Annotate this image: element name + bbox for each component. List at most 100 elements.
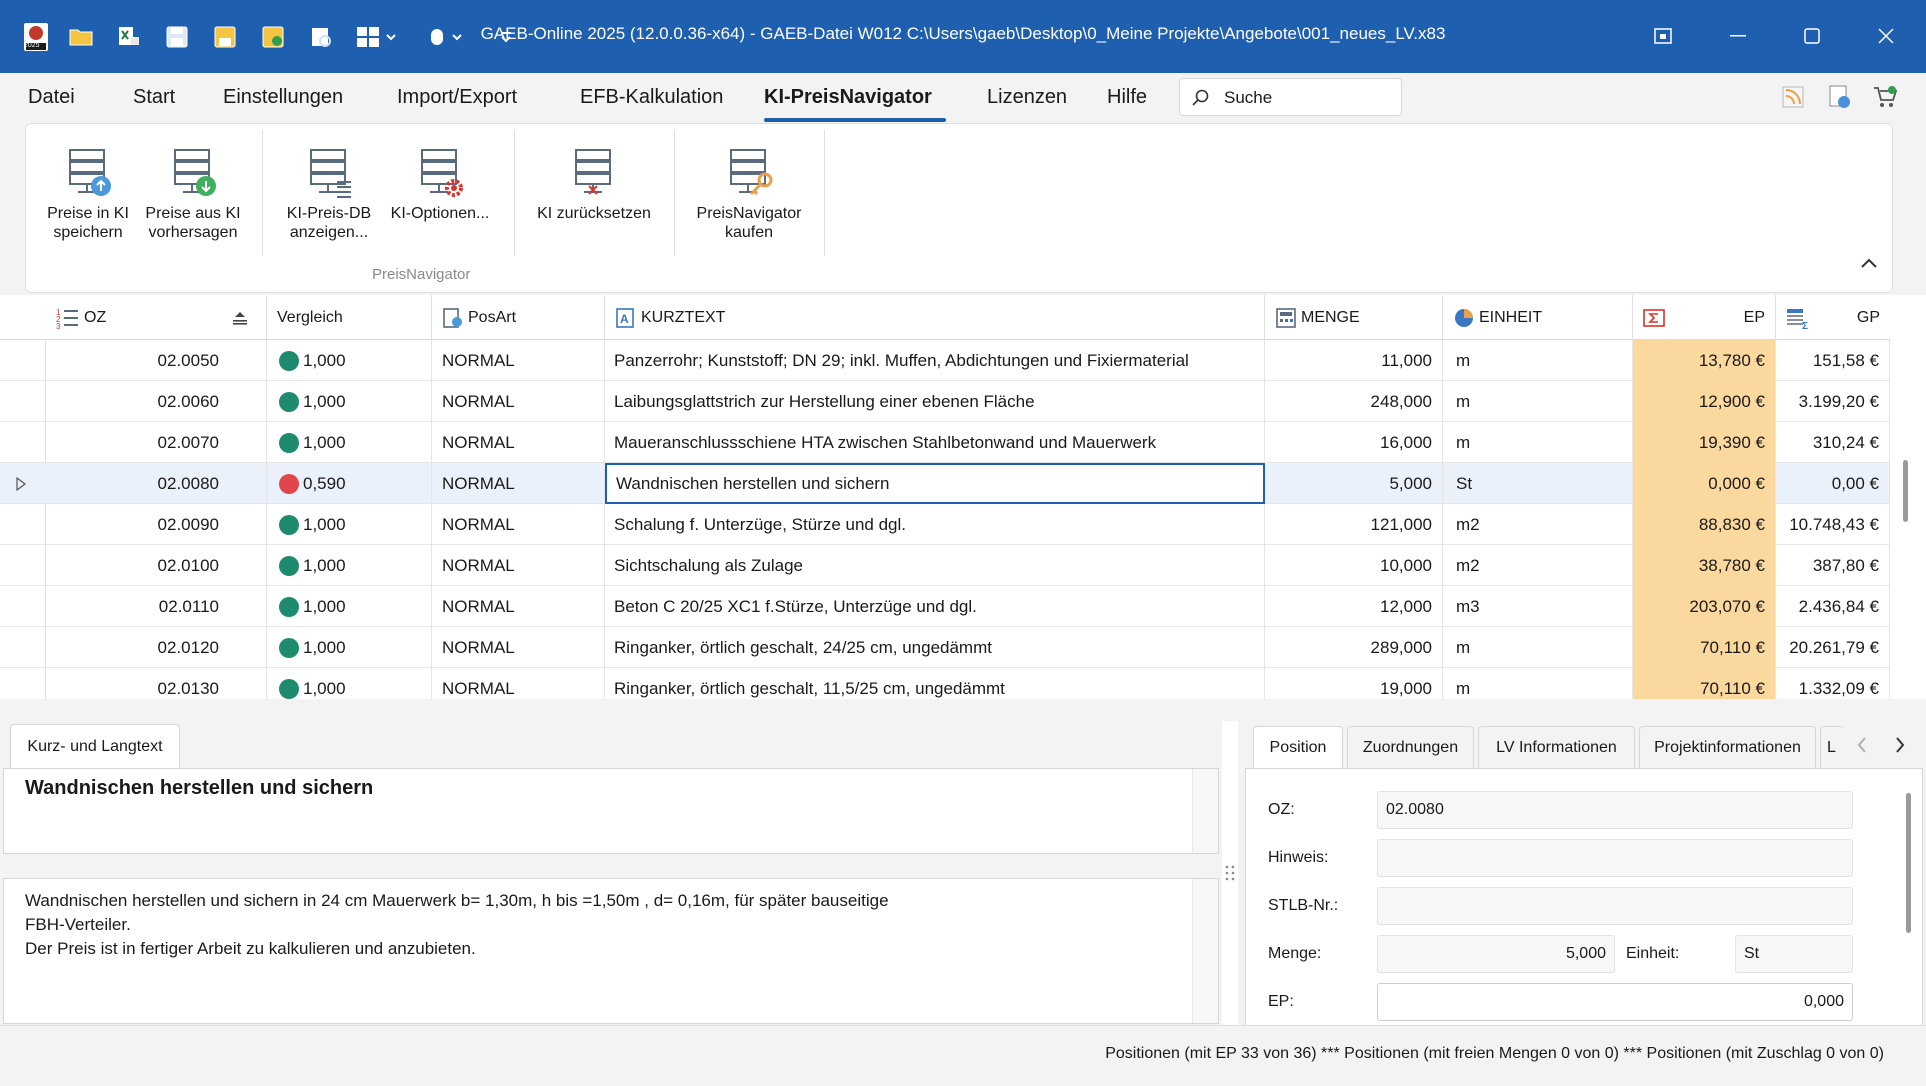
cell-posart[interactable]: NORMAL bbox=[432, 381, 605, 422]
cell-posart[interactable]: NORMAL bbox=[432, 340, 605, 381]
buy-preisnavigator-button[interactable]: PreisNavigator kaufen bbox=[690, 134, 808, 254]
long-text-scrollbar[interactable] bbox=[1192, 879, 1218, 1023]
save-prices-to-ki-button[interactable]: Preise in KI speichern bbox=[38, 134, 138, 254]
cell-einheit[interactable]: m bbox=[1443, 627, 1633, 668]
cell-gp[interactable]: 387,80 € bbox=[1776, 545, 1890, 586]
ep-field[interactable]: 0,000 bbox=[1377, 983, 1853, 1021]
short-text-editor[interactable]: Wandnischen herstellen und sichern bbox=[3, 768, 1219, 854]
cell-menge[interactable]: 121,000 bbox=[1265, 504, 1443, 545]
einheit-field[interactable]: St bbox=[1735, 935, 1853, 973]
cell-ep[interactable]: 70,110 € bbox=[1633, 627, 1776, 668]
column-header-kurztext[interactable]: A KURZTEXT bbox=[605, 295, 1265, 340]
tab-scroll-left-icon[interactable] bbox=[1856, 736, 1868, 759]
tab-kurz-und-langtext[interactable]: Kurz- und Langtext bbox=[10, 724, 180, 768]
column-header-vergleich[interactable]: Vergleich bbox=[267, 295, 432, 340]
column-header-ep[interactable]: EP bbox=[1633, 295, 1776, 340]
cell-oz[interactable]: 02.0080 bbox=[46, 463, 267, 504]
minimize-button[interactable] bbox=[1718, 18, 1758, 54]
cell-einheit[interactable]: m bbox=[1443, 381, 1633, 422]
column-header-posart[interactable]: PosArt bbox=[432, 295, 605, 340]
cell-einheit[interactable]: m bbox=[1443, 340, 1633, 381]
cell-gp[interactable]: 3.199,20 € bbox=[1776, 381, 1890, 422]
hinweis-field[interactable] bbox=[1377, 839, 1853, 877]
cell-einheit[interactable]: m bbox=[1443, 422, 1633, 463]
cell-kurztext[interactable]: Maueranschlussschiene HTA zwischen Stahl… bbox=[605, 422, 1265, 463]
oz-field[interactable]: 02.0080 bbox=[1377, 791, 1853, 829]
table-row[interactable]: 02.0100 1,000 NORMAL Sichtschalung als Zula… bbox=[0, 545, 1890, 586]
predict-prices-from-ki-button[interactable]: Preise aus KI vorhersagen bbox=[143, 134, 243, 254]
tab-position[interactable]: Position bbox=[1253, 726, 1343, 768]
menu-import-export[interactable]: Import/Export bbox=[397, 86, 517, 109]
cell-posart[interactable]: NORMAL bbox=[432, 504, 605, 545]
cell-oz[interactable]: 02.0090 bbox=[46, 504, 267, 545]
detail-panel-scrollbar[interactable] bbox=[1906, 793, 1911, 933]
stlb-field[interactable] bbox=[1377, 887, 1853, 925]
cell-menge[interactable]: 12,000 bbox=[1265, 586, 1443, 627]
cell-vergleich[interactable]: 1,000 bbox=[267, 340, 432, 381]
menu-einstellungen[interactable]: Einstellungen bbox=[223, 86, 343, 109]
ki-options-button[interactable]: KI-Optionen... bbox=[386, 134, 494, 254]
cell-kurztext[interactable]: Sichtschalung als Zulage bbox=[605, 545, 1265, 586]
cell-kurztext[interactable]: Laibungsglattstrich zur Herstellung eine… bbox=[605, 381, 1265, 422]
table-row[interactable]: 02.0120 1,000 NORMAL Ringanker, örtlich ges… bbox=[0, 627, 1890, 668]
table-row[interactable]: 02.0090 1,000 NORMAL Schalung f. Unterzüge,… bbox=[0, 504, 1890, 545]
tab-truncated[interactable]: L bbox=[1820, 726, 1844, 768]
document-update-icon[interactable] bbox=[1826, 84, 1852, 110]
cell-gp[interactable]: 0,00 € bbox=[1776, 463, 1890, 504]
cell-vergleich[interactable]: 1,000 bbox=[267, 627, 432, 668]
cell-vergleich[interactable]: 1,000 bbox=[267, 586, 432, 627]
cell-posart[interactable]: NORMAL bbox=[432, 545, 605, 586]
table-row[interactable]: 02.0080 0,590 NORMAL Wandnischen herstellen… bbox=[0, 463, 1890, 504]
cell-oz[interactable]: 02.0060 bbox=[46, 381, 267, 422]
cell-vergleich[interactable]: 1,000 bbox=[267, 422, 432, 463]
cell-ep[interactable]: 38,780 € bbox=[1633, 545, 1776, 586]
cell-einheit[interactable]: St bbox=[1443, 463, 1633, 504]
menu-hilfe[interactable]: Hilfe bbox=[1107, 86, 1147, 109]
collapse-ribbon-icon[interactable] bbox=[1860, 254, 1878, 274]
cell-oz[interactable]: 02.0110 bbox=[46, 586, 267, 627]
cell-gp[interactable]: 20.261,79 € bbox=[1776, 627, 1890, 668]
cell-ep[interactable]: 13,780 € bbox=[1633, 340, 1776, 381]
cell-menge[interactable]: 10,000 bbox=[1265, 545, 1443, 586]
cell-oz[interactable]: 02.0100 bbox=[46, 545, 267, 586]
shopping-cart-icon[interactable] bbox=[1872, 84, 1898, 110]
cell-menge[interactable]: 248,000 bbox=[1265, 381, 1443, 422]
cell-einheit[interactable]: m3 bbox=[1443, 586, 1633, 627]
menu-ki-preisnavigator[interactable]: KI-PreisNavigator bbox=[764, 86, 932, 109]
column-header-menge[interactable]: MENGE bbox=[1265, 295, 1443, 340]
cell-einheit[interactable]: m2 bbox=[1443, 545, 1633, 586]
cell-ep[interactable]: 19,390 € bbox=[1633, 422, 1776, 463]
cell-posart[interactable]: NORMAL bbox=[432, 627, 605, 668]
cell-vergleich[interactable]: 0,590 bbox=[267, 463, 432, 504]
cell-oz[interactable]: 02.0120 bbox=[46, 627, 267, 668]
grid-scrollbar[interactable] bbox=[1903, 460, 1908, 522]
cell-ep[interactable]: 203,070 € bbox=[1633, 586, 1776, 627]
cell-vergleich[interactable]: 1,000 bbox=[267, 381, 432, 422]
cell-ep[interactable]: 0,000 € bbox=[1633, 463, 1776, 504]
tab-zuordnungen[interactable]: Zuordnungen bbox=[1347, 726, 1474, 768]
cell-menge[interactable]: 289,000 bbox=[1265, 627, 1443, 668]
cell-gp[interactable]: 310,24 € bbox=[1776, 422, 1890, 463]
maximize-button[interactable] bbox=[1792, 18, 1832, 54]
cell-vergleich[interactable]: 1,000 bbox=[267, 545, 432, 586]
cell-gp[interactable]: 2.436,84 € bbox=[1776, 586, 1890, 627]
search-input[interactable]: Suche bbox=[1179, 78, 1402, 116]
cell-oz[interactable]: 02.0050 bbox=[46, 340, 267, 381]
short-text-scrollbar[interactable] bbox=[1192, 769, 1218, 853]
long-text-editor[interactable]: Wandnischen herstellen und sichern in 24… bbox=[3, 878, 1219, 1024]
column-header-oz[interactable]: 123 OZ bbox=[46, 295, 267, 340]
vertical-splitter-grip-icon[interactable] bbox=[1225, 864, 1235, 887]
close-button[interactable] bbox=[1866, 18, 1906, 54]
show-ki-price-db-button[interactable]: KI-Preis-DB anzeigen... bbox=[278, 134, 380, 254]
restore-tab-icon[interactable] bbox=[1643, 18, 1683, 54]
menu-datei[interactable]: Datei bbox=[28, 86, 75, 109]
cell-gp[interactable]: 151,58 € bbox=[1776, 340, 1890, 381]
cell-posart[interactable]: NORMAL bbox=[432, 463, 605, 504]
tab-scroll-right-icon[interactable] bbox=[1894, 736, 1906, 759]
table-row[interactable]: 02.0110 1,000 NORMAL Beton C 20/25 XC1 f.St… bbox=[0, 586, 1890, 627]
tab-projektinformationen[interactable]: Projektinformationen bbox=[1639, 726, 1816, 768]
cell-vergleich[interactable]: 1,000 bbox=[267, 504, 432, 545]
table-row[interactable]: 02.0050 1,000 NORMAL Panzerrohr; Kunststoff… bbox=[0, 340, 1890, 381]
rss-feed-icon[interactable] bbox=[1780, 84, 1806, 110]
cell-kurztext[interactable]: Beton C 20/25 XC1 f.Stürze, Unterzüge un… bbox=[605, 586, 1265, 627]
